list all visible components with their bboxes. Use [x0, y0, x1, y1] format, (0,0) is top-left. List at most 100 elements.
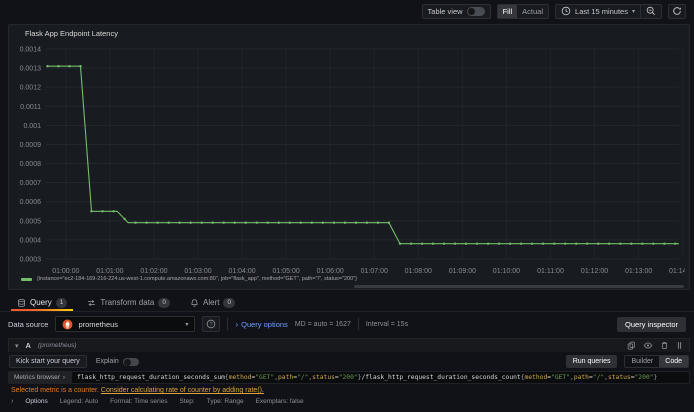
panel-editor-toolbar: Table view Fill Actual Last 15 minutes ▾ — [0, 0, 694, 22]
series-legend-label: {instance="ec2-184-169-216-224.us-west-1… — [37, 276, 357, 282]
query-inspector-button[interactable]: Query inspector — [617, 316, 686, 332]
database-icon — [17, 298, 26, 308]
svg-text:01:05:00: 01:05:00 — [273, 268, 300, 275]
tab-transform-count: 0 — [158, 297, 170, 308]
timeseries-panel: Flask App Endpoint Latency 01:00:00 01:01… — [8, 24, 690, 290]
tab-query-label: Query — [30, 298, 52, 307]
chart-legend[interactable]: {instance="ec2-184-169-216-224.us-west-1… — [21, 276, 357, 282]
tab-alert-label: Alert — [203, 298, 220, 307]
svg-text:0.0014: 0.0014 — [20, 47, 42, 54]
refresh-icon — [667, 5, 687, 18]
data-source-picker[interactable]: prometheus ▾ — [55, 316, 196, 332]
svg-text:?: ? — [210, 322, 213, 328]
warning-rate-link[interactable]: Consider calculating rate of counter by … — [101, 387, 264, 394]
svg-text:01:07:00: 01:07:00 — [361, 268, 388, 275]
run-queries-button[interactable]: Run queries — [565, 355, 618, 368]
data-source-row: Data source prometheus ▾ ? › Query optio… — [8, 315, 686, 333]
counter-warning: Selected metric is a counter. Consider c… — [8, 387, 690, 394]
svg-text:01:06:00: 01:06:00 — [317, 268, 344, 275]
svg-text:0.001: 0.001 — [23, 123, 41, 130]
help-circle-icon: ? — [206, 319, 216, 329]
svg-text:01:14:00: 01:14:00 — [669, 268, 685, 275]
query-options-toggle[interactable]: › Query options — [235, 320, 287, 329]
tab-alert-count: 0 — [223, 297, 236, 308]
chevron-right-icon: › — [11, 398, 14, 405]
data-source-help-button[interactable]: ? — [202, 316, 221, 332]
transform-icon — [87, 298, 96, 308]
clock-icon — [561, 6, 571, 16]
zoom-out-button[interactable] — [641, 5, 661, 18]
options-exemplars: Exemplars: false — [255, 398, 304, 405]
time-picker-group: Last 15 minutes ▾ — [555, 3, 662, 19]
svg-text:0.0007: 0.0007 — [20, 180, 42, 187]
svg-text:01:12:00: 01:12:00 — [581, 268, 608, 275]
svg-text:01:09:00: 01:09:00 — [449, 268, 476, 275]
data-source-value: prometheus — [78, 319, 119, 329]
actual-button[interactable]: Actual — [517, 5, 548, 18]
svg-text:01:10:00: 01:10:00 — [493, 268, 520, 275]
promql-editor: Metrics browser › flask_http_request_dur… — [8, 371, 690, 384]
options-format: Format: Time series — [110, 398, 168, 405]
builder-code-switch: Builder Code — [624, 355, 689, 368]
svg-text:01:11:00: 01:11:00 — [537, 268, 564, 275]
hide-response-eye-button[interactable] — [643, 341, 653, 350]
options-type: Type: Range — [206, 398, 244, 405]
legend-scrollbar[interactable] — [354, 285, 684, 288]
tab-transform-label: Transform data — [100, 298, 155, 307]
svg-text:0.0009: 0.0009 — [20, 142, 42, 149]
table-view-label: Table view — [427, 6, 463, 16]
query-options-summary-row[interactable]: › Options Legend: Auto Format: Time seri… — [8, 398, 690, 405]
tab-query[interactable]: Query 1 — [8, 295, 76, 311]
divider — [357, 318, 359, 330]
time-range-button[interactable]: Last 15 minutes ▾ — [556, 5, 640, 18]
remove-query-trash-button[interactable] — [660, 341, 669, 350]
options-legend: Legend: Auto — [59, 398, 99, 405]
svg-text:0.0012: 0.0012 — [20, 85, 42, 92]
warning-text: Selected metric is a counter. — [11, 387, 99, 394]
query-row-actions — [627, 341, 683, 350]
divider — [0, 311, 694, 312]
metrics-browser-button[interactable]: Metrics browser › — [8, 371, 72, 384]
query-row-header[interactable]: ▾ A (prometheus) — [8, 338, 690, 352]
explain-toggle[interactable] — [122, 357, 139, 366]
timeseries-chart[interactable]: 01:00:00 01:01:00 01:02:00 01:03:00 01:04:00… — [9, 39, 685, 289]
query-ref-id: A — [25, 341, 31, 350]
kick-start-query-button[interactable]: Kick start your query — [9, 355, 87, 368]
series-color-mark — [21, 277, 32, 281]
max-data-points-summary: MD = auto = 1627 — [294, 320, 351, 328]
tab-transform-data[interactable]: Transform data 0 — [78, 295, 179, 310]
svg-text:0.0011: 0.0011 — [20, 104, 41, 111]
chevron-right-icon: › — [62, 374, 66, 381]
svg-text:01:04:00: 01:04:00 — [228, 268, 255, 275]
drag-handle[interactable] — [676, 341, 683, 350]
options-step: Step: — [179, 398, 195, 405]
table-view-control[interactable]: Table view — [423, 5, 490, 18]
query-options-label: Query options — [241, 319, 288, 329]
query-run-controls: Run queries Builder Code — [565, 355, 689, 368]
zoom-out-icon — [646, 6, 656, 16]
svg-text:01:13:00: 01:13:00 — [625, 268, 652, 275]
chevron-down-icon: ▾ — [185, 321, 189, 328]
code-mode-button[interactable]: Code — [659, 356, 688, 367]
refresh-button[interactable] — [667, 3, 687, 19]
fill-button[interactable]: Fill — [497, 4, 518, 18]
divider — [227, 318, 229, 330]
builder-mode-button[interactable]: Builder — [625, 356, 659, 367]
svg-text:0.0005: 0.0005 — [20, 218, 42, 225]
options-title: Options — [25, 398, 48, 405]
tab-alert[interactable]: Alert 0 — [181, 295, 244, 310]
promql-expression[interactable]: flask_http_request_duration_seconds_sum{… — [71, 371, 690, 384]
query-helper-row: Kick start your query Explain Run querie… — [8, 355, 690, 368]
duplicate-query-button[interactable] — [627, 341, 636, 350]
svg-text:01:01:00: 01:01:00 — [96, 268, 123, 275]
explain-control[interactable]: Explain — [95, 357, 139, 366]
chevron-down-icon: ▾ — [631, 8, 635, 15]
explain-label: Explain — [95, 358, 119, 365]
chevron-down-icon[interactable]: ▾ — [15, 342, 19, 350]
query-row-card: ▾ A (prometheus) Kick start your query E… — [8, 338, 690, 405]
svg-text:0.0013: 0.0013 — [20, 66, 42, 73]
interval-summary: Interval = 15s — [365, 320, 409, 328]
svg-text:0.0004: 0.0004 — [20, 237, 42, 244]
table-view-toggle[interactable] — [466, 6, 485, 16]
svg-text:01:02:00: 01:02:00 — [140, 268, 167, 275]
